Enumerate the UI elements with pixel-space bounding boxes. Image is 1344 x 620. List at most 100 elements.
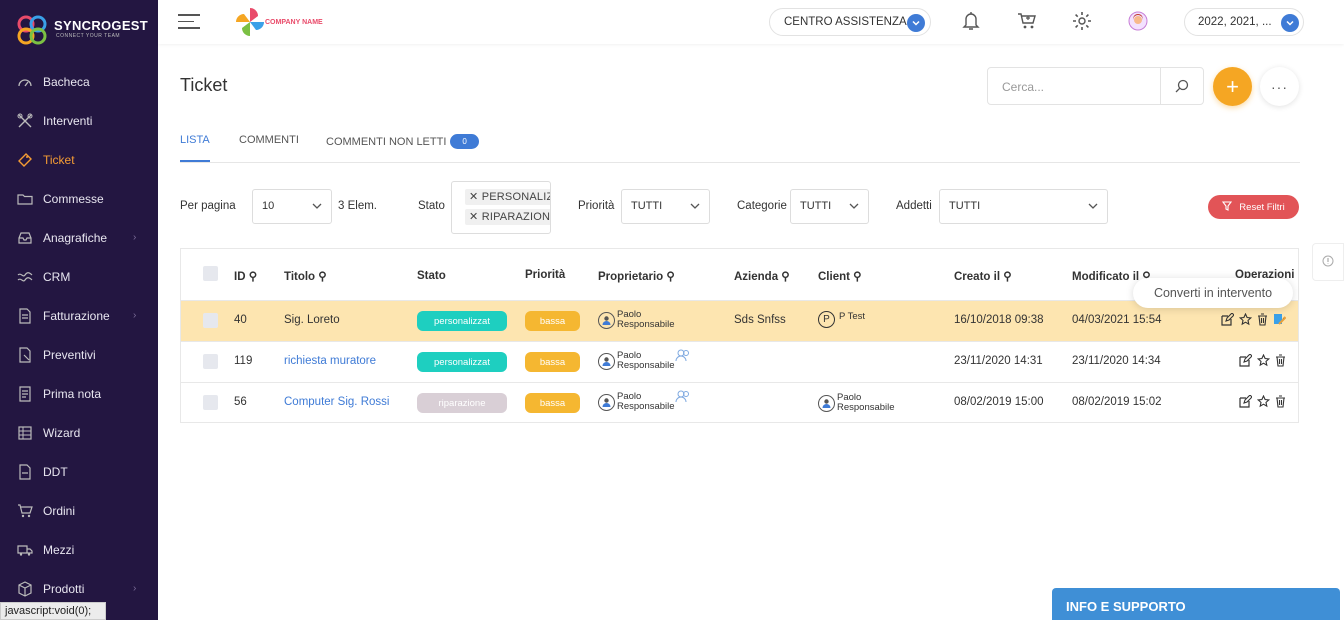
per-page-select[interactable]: 10 [252, 189, 332, 224]
sidebar-item-fatturazione[interactable]: Fatturazione › [0, 296, 158, 335]
owner-cell: Paolo Responsabile [598, 351, 675, 371]
sidebar-item-prima-nota[interactable]: Prima nota [0, 374, 158, 413]
search-icon[interactable]: ⚲ [666, 271, 674, 283]
stato-tag[interactable]: ✕ PERSONALIZZ [465, 189, 550, 205]
page-title: Ticket [180, 75, 228, 95]
chevron-down-icon [1088, 201, 1098, 214]
star-icon[interactable] [1256, 353, 1271, 370]
stato-multiselect[interactable]: ✕ PERSONALIZZ ✕ RIPARAZIONE [451, 181, 551, 234]
sidebar-item-label: Interventi [43, 113, 93, 128]
tab-commenti[interactable]: COMMENTI [239, 134, 299, 146]
owner-role: Responsabile [617, 319, 675, 330]
year-filter-dropdown[interactable]: 2022, 2021, ... [1184, 8, 1304, 36]
search-icon[interactable]: ⚲ [249, 271, 257, 283]
table-row[interactable]: 56 Computer Sig. Rossi riparazione bassa… [181, 382, 1298, 423]
cell-creato: 23/11/2020 14:31 [954, 355, 1043, 367]
unread-count-badge: 0 [450, 134, 479, 149]
header-client[interactable]: Client ⚲ [818, 269, 862, 283]
tab-commenti-non-letti[interactable]: COMMENTI NON LETTI 0 [326, 134, 479, 149]
select-all-checkbox[interactable] [203, 266, 218, 281]
sidebar-item-bacheca[interactable]: Bacheca [0, 62, 158, 101]
edit-icon[interactable] [1239, 353, 1253, 370]
table-row[interactable]: 40 Sig. Loreto personalizzat bassa Paolo… [181, 300, 1298, 341]
sidebar-item-crm[interactable]: CRM [0, 257, 158, 296]
convert-to-intervention-icon[interactable] [1273, 313, 1287, 329]
cell-creato: 16/10/2018 09:38 [954, 314, 1044, 326]
table-row[interactable]: 119 richiesta muratore personalizzat bas… [181, 341, 1298, 382]
header-id[interactable]: ID ⚲ [234, 269, 257, 283]
reset-filters-label: Reset Filtri [1239, 201, 1285, 213]
header-titolo[interactable]: Titolo ⚲ [284, 269, 327, 283]
tab-lista[interactable]: LISTA [180, 134, 210, 162]
row-checkbox[interactable] [203, 313, 218, 328]
row-checkbox[interactable] [203, 354, 218, 369]
sidebar-item-mezzi[interactable]: Mezzi [0, 530, 158, 569]
info-side-tab[interactable] [1312, 243, 1344, 281]
chevron-down-icon [690, 201, 700, 214]
cell-id: 40 [234, 314, 247, 326]
trash-icon[interactable] [1257, 313, 1268, 329]
invoice-icon [16, 307, 34, 325]
brand-logo[interactable]: SYNCROGEST CONNECT YOUR TEAM [16, 14, 156, 48]
header-creato[interactable]: Creato il ⚲ [954, 269, 1012, 283]
edit-icon[interactable] [1239, 394, 1253, 411]
user-avatar-icon [818, 394, 835, 412]
search-input[interactable]: Cerca... [1002, 80, 1044, 94]
categorie-select[interactable]: TUTTI [790, 189, 869, 224]
assist-center-label: CENTRO ASSISTENZA [784, 16, 907, 28]
star-icon[interactable] [1256, 394, 1271, 411]
client-name: P Test [839, 310, 866, 322]
shopping-cart-icon[interactable] [1016, 10, 1038, 32]
search-icon[interactable]: ⚲ [1003, 271, 1011, 283]
header-priorita: Priorità [525, 269, 566, 281]
assist-center-dropdown[interactable]: CENTRO ASSISTENZA [769, 8, 931, 36]
assign-users-icon[interactable] [675, 390, 691, 407]
info-support-button[interactable]: INFO E SUPPORTO [1052, 588, 1340, 620]
sidebar-item-ddt[interactable]: DDT [0, 452, 158, 491]
user-avatar[interactable] [1127, 10, 1149, 32]
client-role: Responsabile [837, 402, 895, 413]
trash-icon[interactable] [1275, 354, 1286, 370]
header-azienda[interactable]: Azienda ⚲ [734, 269, 790, 283]
row-checkbox[interactable] [203, 395, 218, 410]
sidebar-item-wizard[interactable]: Wizard [0, 413, 158, 452]
box-icon [16, 580, 34, 598]
remove-tag-icon[interactable]: ✕ [469, 191, 482, 203]
bell-icon[interactable] [960, 10, 982, 32]
search-box[interactable]: Cerca... [987, 67, 1204, 105]
owner-role: Responsabile [617, 360, 675, 371]
sidebar-item-ordini[interactable]: Ordini [0, 491, 158, 530]
stato-tag[interactable]: ✕ RIPARAZIONE [465, 209, 550, 225]
more-options-button[interactable]: ··· [1260, 67, 1299, 106]
header-label: Modificato il [1072, 271, 1140, 283]
star-icon[interactable] [1238, 312, 1253, 329]
settings-gear-icon[interactable] [1071, 10, 1093, 32]
menu-toggle-icon[interactable] [178, 14, 200, 30]
search-icon[interactable]: ⚲ [853, 271, 861, 283]
search-icon[interactable]: ⚲ [781, 271, 789, 283]
search-icon[interactable]: ⚲ [318, 271, 326, 283]
priorita-select[interactable]: TUTTI [621, 189, 710, 224]
sidebar-item-preventivi[interactable]: Preventivi [0, 335, 158, 374]
notes-icon [16, 385, 34, 403]
sidebar-item-interventi[interactable]: Interventi [0, 101, 158, 140]
reset-filters-button[interactable]: Reset Filtri [1208, 195, 1299, 219]
addetti-select[interactable]: TUTTI [939, 189, 1108, 224]
assign-users-icon[interactable] [675, 349, 691, 366]
chevron-right-icon: › [133, 583, 137, 594]
chevron-down-icon [1281, 14, 1299, 32]
header-proprietario[interactable]: Proprietario ⚲ [598, 269, 675, 283]
sidebar-item-ticket[interactable]: Ticket [0, 140, 158, 179]
cell-titolo[interactable]: Computer Sig. Rossi [284, 396, 389, 408]
cell-titolo[interactable]: Sig. Loreto [284, 314, 340, 326]
header-label: Titolo [284, 271, 316, 283]
trash-icon[interactable] [1275, 395, 1286, 411]
remove-tag-icon[interactable]: ✕ [469, 211, 482, 223]
edit-icon[interactable] [1221, 312, 1235, 329]
cell-titolo[interactable]: richiesta muratore [284, 355, 376, 367]
sidebar-item-commesse[interactable]: Commesse [0, 179, 158, 218]
add-ticket-button[interactable]: + [1213, 67, 1252, 106]
stato-label: Stato [418, 200, 445, 212]
search-icon[interactable] [1160, 68, 1203, 104]
sidebar-item-anagrafiche[interactable]: Anagrafiche › [0, 218, 158, 257]
